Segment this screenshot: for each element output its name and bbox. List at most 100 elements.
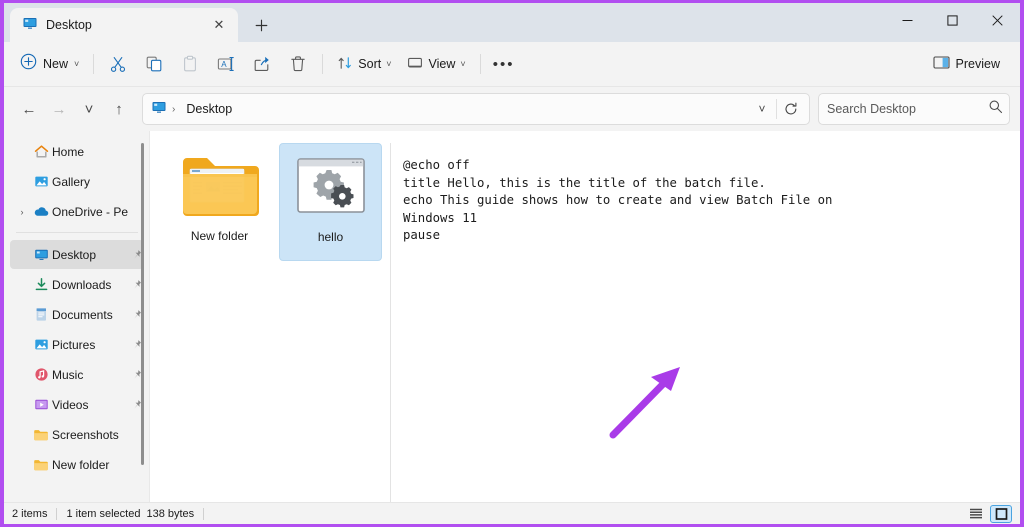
- status-item-count: 2 items: [12, 507, 48, 520]
- breadcrumb-path[interactable]: Desktop: [186, 102, 232, 116]
- close-button[interactable]: [975, 3, 1020, 37]
- breadcrumb-bar[interactable]: › Desktop ˅: [142, 93, 810, 125]
- sidebar-scrollbar[interactable]: [139, 137, 146, 498]
- search-input[interactable]: [827, 102, 988, 116]
- navigation-pane: Home Gallery › OneDrive - Pe Desktop Dow…: [4, 131, 150, 502]
- onedrive-cloud-icon: [30, 205, 52, 218]
- preview-pane-icon: [932, 55, 950, 73]
- sidebar-item-label: Videos: [52, 397, 89, 412]
- sidebar-item-home[interactable]: Home: [10, 137, 144, 166]
- svg-text:A: A: [222, 60, 228, 69]
- sidebar-item-new-folder[interactable]: New folder: [10, 450, 144, 479]
- sidebar-item-label: Music: [52, 367, 84, 382]
- preview-toggle-label: Preview: [955, 57, 1000, 71]
- address-bar: ← → ˅ ↑ › Desktop ˅: [4, 87, 1020, 131]
- preview-file-content: @echo off title Hello, this is the title…: [403, 158, 833, 242]
- sidebar-item-pictures[interactable]: Pictures: [10, 330, 144, 359]
- home-icon: [30, 144, 52, 159]
- download-icon: [30, 277, 52, 292]
- sidebar-item-label: Home: [52, 144, 85, 159]
- details-view-button[interactable]: [965, 505, 987, 523]
- gallery-icon: [30, 174, 52, 189]
- new-button-label: New: [43, 57, 69, 71]
- refresh-icon[interactable]: [777, 95, 805, 123]
- forward-button[interactable]: →: [44, 94, 74, 124]
- up-button[interactable]: ↑: [104, 94, 134, 124]
- file-item-hello[interactable]: hello: [279, 143, 382, 261]
- file-list-area[interactable]: New folder hello @echo off title Hello, …: [150, 131, 1020, 502]
- paste-button[interactable]: [172, 49, 208, 79]
- sidebar-item-videos[interactable]: Videos: [10, 390, 144, 419]
- status-divider-2: [203, 507, 205, 520]
- chevron-down-icon: ˅: [386, 59, 392, 69]
- sort-arrows-icon: [337, 55, 353, 74]
- cut-button[interactable]: [100, 49, 136, 79]
- folder-icon: [30, 458, 52, 472]
- file-item-label: hello: [317, 230, 344, 244]
- tab-strip: Desktop ✕: [4, 3, 1020, 42]
- address-dropdown-icon[interactable]: ˅: [748, 95, 776, 123]
- sidebar-item-screenshots[interactable]: Screenshots: [10, 420, 144, 449]
- file-explorer-window: Desktop ✕ New ˅ A Sort ˅ View ˅ ••• Prev…: [4, 3, 1020, 524]
- sidebar-divider: [16, 232, 138, 233]
- sort-button-label: Sort: [358, 57, 382, 71]
- tab-desktop[interactable]: Desktop ✕: [10, 8, 238, 42]
- command-toolbar: New ˅ A Sort ˅ View ˅ ••• Preview: [4, 42, 1020, 87]
- more-options-button[interactable]: •••: [487, 49, 521, 79]
- status-bar: 2 items 1 item selected 138 bytes: [4, 502, 1020, 524]
- view-button[interactable]: View ˅: [399, 49, 473, 79]
- chevron-right-icon[interactable]: ›: [14, 207, 30, 217]
- sidebar-item-downloads[interactable]: Downloads: [10, 270, 144, 299]
- sidebar-item-label: Desktop: [52, 247, 97, 262]
- sidebar-item-label: Documents: [52, 307, 113, 322]
- video-icon: [30, 397, 52, 412]
- file-item-label: New folder: [190, 229, 249, 243]
- window-controls: [885, 3, 1020, 37]
- sidebar-item-label: Screenshots: [52, 427, 119, 442]
- new-button[interactable]: New ˅: [14, 49, 87, 79]
- copy-button[interactable]: [136, 49, 172, 79]
- chevron-down-icon: ˅: [74, 59, 80, 69]
- music-icon: [30, 367, 52, 382]
- pictures-icon: [30, 337, 52, 352]
- batch-file-gears-icon: [292, 150, 370, 222]
- sidebar-item-desktop[interactable]: Desktop: [10, 240, 144, 269]
- plus-circle-icon: [20, 53, 37, 75]
- share-button[interactable]: [244, 49, 280, 79]
- minimize-button[interactable]: [885, 3, 930, 37]
- sidebar-item-label: Gallery: [52, 174, 91, 189]
- file-item-new-folder[interactable]: New folder: [168, 143, 271, 261]
- back-button[interactable]: ←: [14, 94, 44, 124]
- desktop-monitor-icon: [22, 15, 38, 36]
- search-box[interactable]: [818, 93, 1010, 125]
- sidebar-scrollbar-thumb[interactable]: [141, 143, 144, 465]
- close-tab-icon[interactable]: ✕: [208, 14, 230, 36]
- toolbar-divider-2: [322, 54, 324, 74]
- document-icon: [30, 307, 52, 322]
- maximize-button[interactable]: [930, 3, 975, 37]
- recent-locations-button[interactable]: ˅: [74, 94, 104, 124]
- sidebar-item-gallery[interactable]: Gallery: [10, 167, 144, 196]
- monitor-icon: [407, 55, 423, 74]
- explorer-body: Home Gallery › OneDrive - Pe Desktop Dow…: [4, 131, 1020, 502]
- preview-pane: @echo off title Hello, this is the title…: [390, 143, 886, 502]
- preview-toggle-button[interactable]: Preview: [925, 49, 1008, 79]
- view-toggle-group: [965, 504, 1012, 523]
- sidebar-item-onedrive[interactable]: › OneDrive - Pers: [10, 197, 144, 226]
- new-tab-button[interactable]: [244, 9, 278, 41]
- desktop-monitor-icon: [151, 99, 167, 120]
- large-icons-view-button[interactable]: [990, 504, 1012, 523]
- folder-with-preview-icon: [181, 149, 259, 221]
- rename-button[interactable]: A: [208, 49, 244, 79]
- sidebar-item-label: Pictures: [52, 337, 96, 352]
- tab-label: Desktop: [46, 18, 92, 32]
- chevron-down-icon: ˅: [460, 59, 466, 69]
- sidebar-item-music[interactable]: Music: [10, 360, 144, 389]
- delete-button[interactable]: [280, 49, 316, 79]
- status-divider: [56, 507, 58, 520]
- view-button-label: View: [428, 57, 456, 71]
- search-icon[interactable]: [988, 99, 1003, 119]
- sort-button[interactable]: Sort ˅: [329, 49, 399, 79]
- sidebar-item-documents[interactable]: Documents: [10, 300, 144, 329]
- folder-icon: [30, 428, 52, 442]
